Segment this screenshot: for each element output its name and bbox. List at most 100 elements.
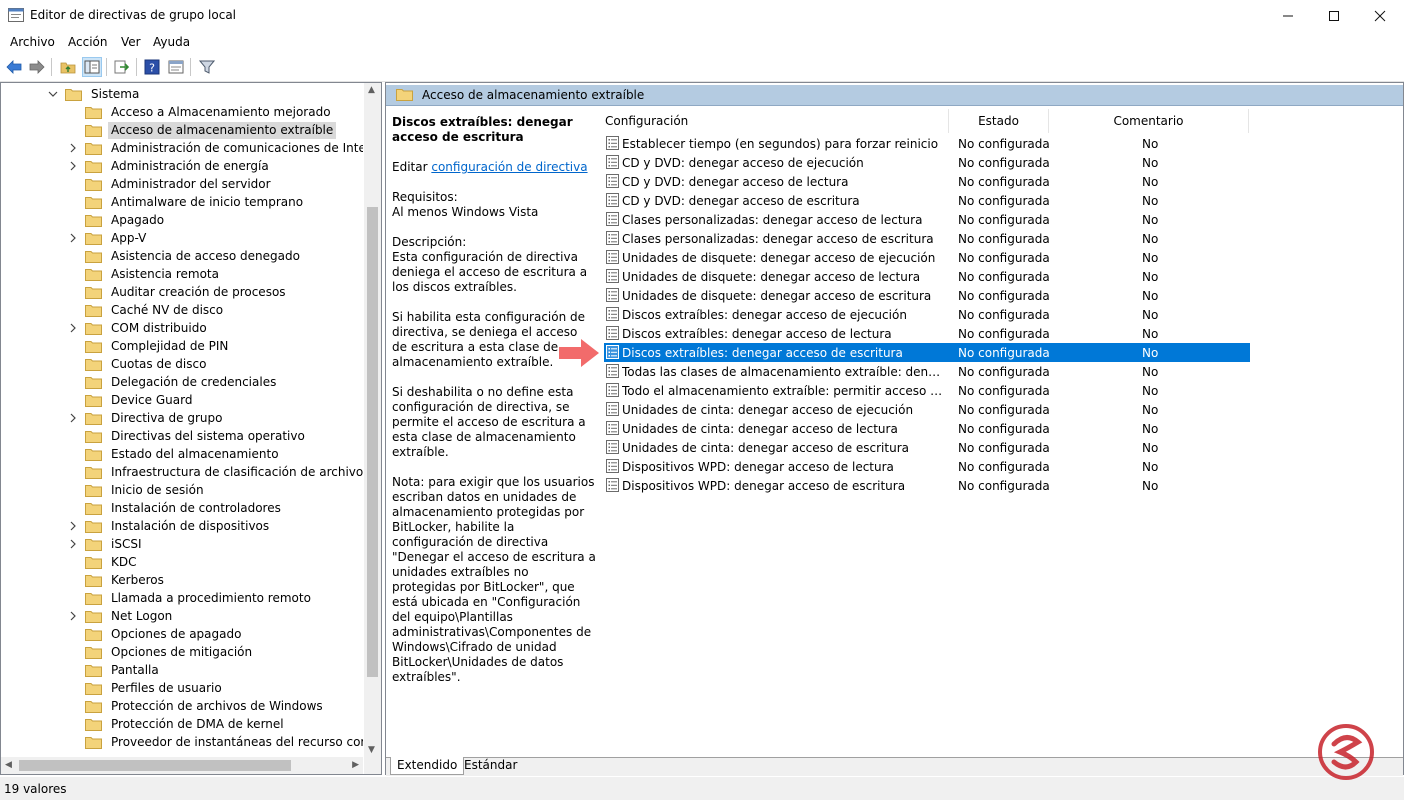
expand-icon[interactable] bbox=[67, 232, 79, 244]
tree-node[interactable]: COM distribuido bbox=[67, 319, 210, 337]
table-row[interactable]: Unidades de cinta: denegar acceso de esc… bbox=[604, 438, 1250, 457]
scroll-thumb[interactable] bbox=[367, 207, 378, 677]
minimize-button[interactable] bbox=[1265, 0, 1311, 31]
edit-policy-link[interactable]: configuración de directiva bbox=[431, 160, 587, 174]
tree-node-label: Net Logon bbox=[111, 608, 173, 623]
help-button[interactable]: ? bbox=[142, 57, 162, 77]
tree-node[interactable]: Net Logon bbox=[67, 607, 175, 625]
tree-node[interactable]: Cuotas de disco bbox=[67, 355, 209, 373]
table-row[interactable]: Discos extraíbles: denegar acceso de eje… bbox=[604, 305, 1250, 324]
tree-node[interactable]: Proveedor de instantáneas del recurso co… bbox=[67, 733, 363, 751]
menu-ayuda[interactable]: Ayuda bbox=[153, 35, 190, 49]
tree-node[interactable]: Acceso a Almacenamiento mejorado bbox=[67, 103, 334, 121]
expand-icon[interactable] bbox=[67, 142, 79, 154]
tree-horizontal-scrollbar[interactable]: ◀ ▶ bbox=[1, 757, 363, 774]
column-header-comentario[interactable]: Comentario bbox=[1049, 109, 1249, 133]
scroll-down-icon[interactable]: ▼ bbox=[368, 745, 375, 755]
close-button[interactable] bbox=[1357, 0, 1403, 31]
tree-node[interactable]: Device Guard bbox=[67, 391, 195, 409]
tree-node[interactable]: Delegación de credenciales bbox=[67, 373, 279, 391]
scroll-left-icon[interactable]: ◀ bbox=[5, 760, 12, 770]
tree-node[interactable]: Opciones de mitigación bbox=[67, 643, 255, 661]
tree-node[interactable]: iSCSI bbox=[67, 535, 145, 553]
scroll-right-icon[interactable]: ▶ bbox=[352, 760, 359, 770]
column-header-configuracion[interactable]: Configuración bbox=[600, 109, 949, 133]
tree-node[interactable]: Caché NV de disco bbox=[67, 301, 226, 319]
tree-node[interactable]: Perfiles de usuario bbox=[67, 679, 225, 697]
setting-name: Unidades de disquete: denegar acceso de … bbox=[622, 288, 932, 303]
table-row[interactable]: Unidades de disquete: denegar acceso de … bbox=[604, 286, 1250, 305]
table-row[interactable]: CD y DVD: denegar acceso de ejecución No … bbox=[604, 153, 1250, 172]
table-row[interactable]: CD y DVD: denegar acceso de escritura No … bbox=[604, 191, 1250, 210]
back-button[interactable] bbox=[4, 57, 24, 77]
table-row[interactable]: Unidades de cinta: denegar acceso de lec… bbox=[604, 419, 1250, 438]
menu-accion[interactable]: Acción bbox=[68, 35, 107, 49]
table-row[interactable]: Unidades de disquete: denegar acceso de … bbox=[604, 267, 1250, 286]
table-row[interactable]: Unidades de cinta: denegar acceso de eje… bbox=[604, 400, 1250, 419]
maximize-button[interactable] bbox=[1311, 0, 1357, 31]
tree-node[interactable]: KDC bbox=[67, 553, 140, 571]
export-button[interactable] bbox=[112, 57, 132, 77]
tab-extendido[interactable]: Extendido bbox=[390, 757, 465, 775]
expand-icon[interactable] bbox=[67, 610, 79, 622]
tree-node[interactable]: Estado del almacenamiento bbox=[67, 445, 282, 463]
tree-node[interactable]: Asistencia remota bbox=[67, 265, 222, 283]
tree-node[interactable]: Acceso de almacenamiento extraíble bbox=[67, 121, 337, 139]
table-row[interactable]: Discos extraíbles: denegar acceso de lec… bbox=[604, 324, 1250, 343]
expand-icon[interactable] bbox=[67, 160, 79, 172]
filter-button[interactable] bbox=[197, 57, 217, 77]
tree-node[interactable]: Administrador del servidor bbox=[67, 175, 274, 193]
tree-node[interactable]: Infraestructura de clasificación de arch… bbox=[67, 463, 363, 481]
tree-node[interactable]: Instalación de dispositivos bbox=[67, 517, 272, 535]
forward-button[interactable] bbox=[27, 57, 47, 77]
setting-comment: No bbox=[1142, 459, 1159, 474]
setting-comment: No bbox=[1142, 288, 1159, 303]
tab-estandar[interactable]: Estándar bbox=[458, 757, 523, 775]
tree-node[interactable]: App-V bbox=[67, 229, 149, 247]
table-row[interactable]: CD y DVD: denegar acceso de lectura No co… bbox=[604, 172, 1250, 191]
folder-icon bbox=[85, 718, 102, 731]
tree-node[interactable]: Kerberos bbox=[67, 571, 167, 589]
tree-node[interactable]: Complejidad de PIN bbox=[67, 337, 231, 355]
tree-node-sistema[interactable]: Sistema bbox=[47, 85, 142, 103]
tree-node[interactable]: Administración de energía bbox=[67, 157, 272, 175]
up-folder-button[interactable] bbox=[58, 57, 78, 77]
tree-vertical-scrollbar[interactable]: ▲ ▼ bbox=[364, 83, 381, 757]
expand-icon[interactable] bbox=[67, 520, 79, 532]
column-header-estado[interactable]: Estado bbox=[949, 109, 1049, 133]
tree-node[interactable]: Asistencia de acceso denegado bbox=[67, 247, 303, 265]
table-row[interactable]: Establecer tiempo (en segundos) para for… bbox=[604, 134, 1250, 153]
show-tree-button[interactable] bbox=[82, 57, 102, 77]
tree-node[interactable]: Inicio de sesión bbox=[67, 481, 207, 499]
tree-node[interactable]: Directiva de grupo bbox=[67, 409, 225, 427]
collapse-icon[interactable] bbox=[47, 88, 59, 100]
tree-node[interactable]: Pantalla bbox=[67, 661, 162, 679]
expand-icon[interactable] bbox=[67, 412, 79, 424]
menu-ver[interactable]: Ver bbox=[121, 35, 141, 49]
expand-icon[interactable] bbox=[67, 538, 79, 550]
properties-button[interactable] bbox=[166, 57, 186, 77]
table-row[interactable]: Todo el almacenamiento extraíble: permit… bbox=[604, 381, 1250, 400]
tree-node[interactable]: Antimalware de inicio temprano bbox=[67, 193, 306, 211]
tree-node[interactable]: Apagado bbox=[67, 211, 167, 229]
tree-node[interactable]: Instalación de controladores bbox=[67, 499, 284, 517]
tree-node[interactable]: Llamada a procedimiento remoto bbox=[67, 589, 314, 607]
tree-node[interactable]: Protección de archivos de Windows bbox=[67, 697, 326, 715]
table-row[interactable]: Clases personalizadas: denegar acceso de… bbox=[604, 229, 1250, 248]
tree-node[interactable]: Auditar creación de procesos bbox=[67, 283, 289, 301]
tree-node[interactable]: Directivas del sistema operativo bbox=[67, 427, 308, 445]
tree-node[interactable]: Opciones de apagado bbox=[67, 625, 244, 643]
table-row[interactable]: Dispositivos WPD: denegar acceso de escr… bbox=[604, 476, 1250, 495]
table-row[interactable]: Clases personalizadas: denegar acceso de… bbox=[604, 210, 1250, 229]
scroll-thumb[interactable] bbox=[19, 760, 291, 771]
table-row[interactable]: Unidades de disquete: denegar acceso de … bbox=[604, 248, 1250, 267]
table-row[interactable]: Discos extraíbles: denegar acceso de esc… bbox=[604, 343, 1250, 362]
expand-icon[interactable] bbox=[67, 322, 79, 334]
setting-name: Discos extraíbles: denegar acceso de eje… bbox=[622, 307, 907, 322]
tree-node[interactable]: Administración de comunicaciones de Inte… bbox=[67, 139, 363, 157]
table-row[interactable]: Todas las clases de almacenamiento extra… bbox=[604, 362, 1250, 381]
table-row[interactable]: Dispositivos WPD: denegar acceso de lect… bbox=[604, 457, 1250, 476]
menu-archivo[interactable]: Archivo bbox=[10, 35, 55, 49]
tree-node[interactable]: Protección de DMA de kernel bbox=[67, 715, 287, 733]
scroll-up-icon[interactable]: ▲ bbox=[368, 85, 375, 95]
